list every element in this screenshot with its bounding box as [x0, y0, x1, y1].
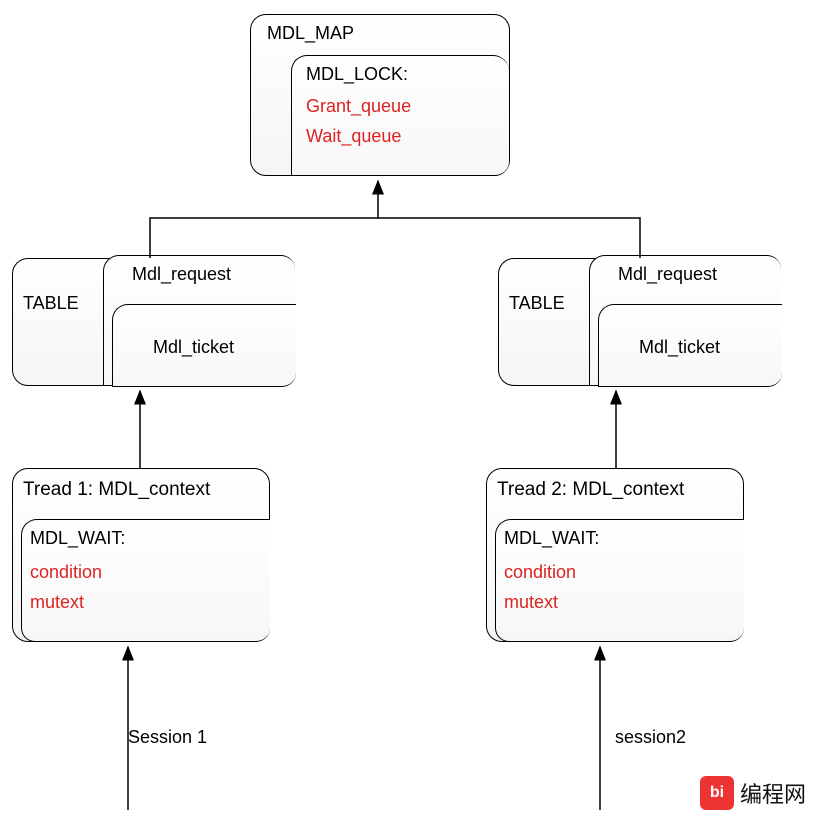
- right-thread-title: Tread 2: MDL_context: [497, 479, 684, 501]
- left-wait-cond: condition: [30, 562, 102, 583]
- left-thread-title: Tread 1: MDL_context: [23, 479, 210, 501]
- arrow-right-table-to-map: [378, 218, 640, 258]
- arrow-left-table-to-map: [150, 181, 378, 258]
- right-session-label: session2: [615, 727, 686, 748]
- mdl-map-title: MDL_MAP: [267, 23, 354, 44]
- right-wait-box: MDL_WAIT: condition mutext: [495, 519, 744, 642]
- left-thread-box: Tread 1: MDL_context MDL_WAIT: condition…: [12, 468, 270, 642]
- watermark-text: 编程网: [740, 777, 806, 809]
- right-ticket-box: Mdl_ticket: [598, 304, 782, 387]
- watermark: bi 编程网: [700, 776, 806, 810]
- left-table-label: TABLE: [23, 293, 79, 314]
- right-wait-title: MDL_WAIT:: [504, 528, 599, 549]
- left-wait-title: MDL_WAIT:: [30, 528, 125, 549]
- right-table-label: TABLE: [509, 293, 565, 314]
- left-request-label: Mdl_request: [132, 264, 231, 285]
- mdl-lock-grant: Grant_queue: [306, 96, 411, 117]
- left-ticket-label: Mdl_ticket: [153, 337, 234, 358]
- mdl-lock-box: MDL_LOCK: Grant_queue Wait_queue: [291, 55, 509, 176]
- right-thread-box: Tread 2: MDL_context MDL_WAIT: condition…: [486, 468, 744, 642]
- right-wait-mutex: mutext: [504, 592, 558, 613]
- mdl-lock-wait: Wait_queue: [306, 126, 401, 147]
- mdl-lock-title: MDL_LOCK:: [306, 64, 408, 85]
- left-session-label: Session 1: [128, 727, 207, 748]
- left-wait-box: MDL_WAIT: condition mutext: [21, 519, 270, 642]
- mdl-map-box: MDL_MAP MDL_LOCK: Grant_queue Wait_queue: [250, 14, 510, 176]
- right-table-box: TABLE Mdl_request Mdl_ticket: [498, 258, 780, 386]
- left-request-box: Mdl_request Mdl_ticket: [103, 255, 295, 386]
- right-request-box: Mdl_request Mdl_ticket: [589, 255, 781, 386]
- left-ticket-box: Mdl_ticket: [112, 304, 296, 387]
- left-wait-mutex: mutext: [30, 592, 84, 613]
- watermark-logo-icon: bi: [700, 776, 734, 810]
- right-request-label: Mdl_request: [618, 264, 717, 285]
- left-table-box: TABLE Mdl_request Mdl_ticket: [12, 258, 294, 386]
- right-wait-cond: condition: [504, 562, 576, 583]
- right-ticket-label: Mdl_ticket: [639, 337, 720, 358]
